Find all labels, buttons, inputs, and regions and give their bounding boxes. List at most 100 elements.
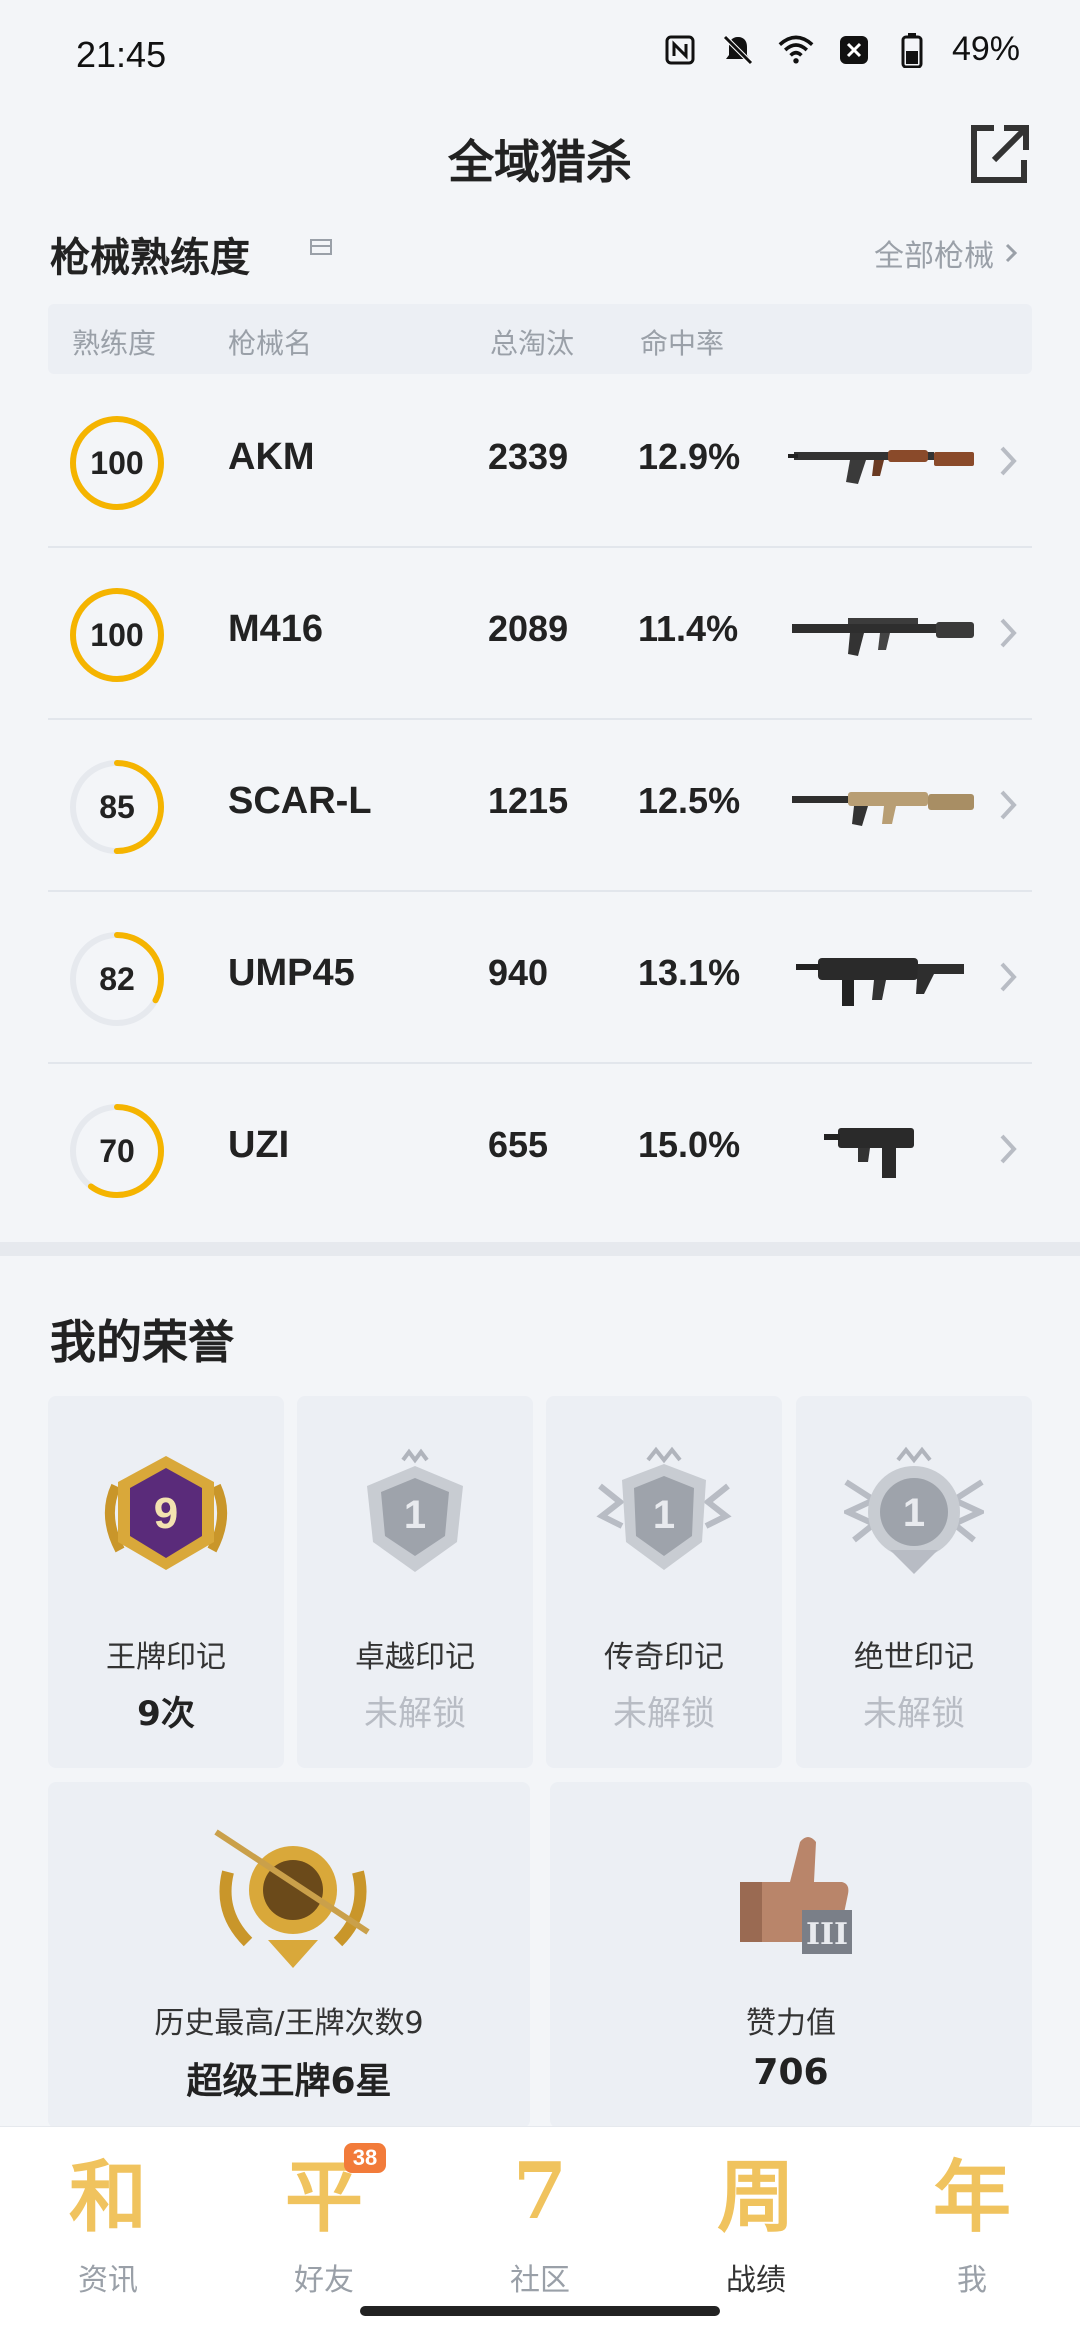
weapon-hit-rate: 12.5% bbox=[638, 780, 741, 821]
weapon-row-akm[interactable]: 100 AKM 2339 12.9% bbox=[48, 376, 1032, 548]
ace-badge-number: 9 bbox=[154, 1489, 178, 1538]
legend-badge-number: 1 bbox=[653, 1493, 675, 1537]
weapon-kills: 655 bbox=[488, 1124, 549, 1165]
nav-label: 战绩 bbox=[726, 2263, 786, 2298]
weapon-row-scar-l[interactable]: 85 SCAR-L 1215 12.5% bbox=[48, 720, 1032, 892]
highest-rank-card[interactable]: 历史最高/王牌次数9 超级王牌6星 bbox=[48, 1782, 530, 2128]
weapon-name: AKM bbox=[228, 436, 315, 478]
nav-item-me[interactable]: 年 我 bbox=[892, 2137, 1052, 2317]
weapon-list: 100 AKM 2339 12.9% 100 M416 2089 11.4% 8… bbox=[48, 376, 1032, 1234]
nfc-icon bbox=[662, 32, 698, 68]
nav-item-community[interactable]: 7 社区 bbox=[460, 2137, 620, 2317]
weapon-section-header: 枪械熟练度 全部枪械 bbox=[50, 225, 1030, 285]
honor-card-peerless[interactable]: 1 绝世印记 未解锁 bbox=[796, 1396, 1032, 1768]
weapon-hit-rate: 11.4% bbox=[638, 608, 739, 649]
column-proficiency: 熟练度 bbox=[72, 327, 157, 360]
all-weapons-label: 全部枪械 bbox=[874, 239, 994, 274]
column-weapon-name: 枪械名 bbox=[228, 327, 313, 360]
honor-section-title: 我的荣誉 bbox=[50, 1315, 234, 1369]
section-title: 枪械熟练度 bbox=[50, 235, 250, 281]
nav-item-news[interactable]: 和 资讯 bbox=[28, 2137, 188, 2317]
nav-label: 资讯 bbox=[78, 2263, 138, 2298]
ace-badge-icon: 9 bbox=[104, 1456, 228, 1570]
likes-value: 706 bbox=[753, 2052, 829, 2093]
notification-badge: 38 bbox=[344, 2143, 386, 2173]
nav-label: 我 bbox=[957, 2263, 987, 2298]
highest-rank-label: 历史最高/王牌次数9 bbox=[154, 2006, 424, 2041]
weapon-name: UZI bbox=[228, 1124, 290, 1166]
svg-text:III: III bbox=[806, 1917, 848, 1952]
ump45-gun-image bbox=[796, 958, 964, 1006]
share-icon[interactable] bbox=[966, 122, 1032, 188]
battery-percent: 49% bbox=[951, 30, 1020, 68]
rank-emblem-icon bbox=[214, 1829, 370, 1968]
weapon-row-m416[interactable]: 100 M416 2089 11.4% bbox=[48, 548, 1032, 720]
weapon-kills: 2089 bbox=[488, 608, 569, 649]
nav-item-record[interactable]: 周 战绩 bbox=[676, 2137, 836, 2317]
status-icons: 49% bbox=[662, 30, 1020, 69]
nav-item-friends[interactable]: 平 38 好友 bbox=[244, 2137, 404, 2317]
akm-gun-image bbox=[788, 450, 974, 484]
m416-gun-image bbox=[792, 618, 974, 656]
weapon-hit-rate: 12.9% bbox=[638, 436, 741, 477]
excellence-badge-icon: 1 bbox=[367, 1448, 463, 1572]
excellence-badge-number: 1 bbox=[404, 1493, 426, 1537]
honor-value: 未解锁 bbox=[364, 1694, 466, 1734]
wifi-icon bbox=[778, 32, 814, 68]
news-tab-icon: 和 bbox=[68, 2152, 147, 2243]
honor-card-legend[interactable]: 1 传奇印记 未解锁 bbox=[546, 1396, 782, 1768]
peerless-badge-icon: 1 bbox=[844, 1446, 984, 1574]
nav-label: 好友 bbox=[294, 2263, 354, 2298]
me-tab-icon: 年 bbox=[932, 2152, 1011, 2243]
honor-name: 王牌印记 bbox=[106, 1640, 226, 1675]
chevron-right-icon bbox=[1000, 962, 1017, 992]
chevron-right-icon bbox=[1005, 243, 1018, 263]
proficiency-value: 100 bbox=[90, 444, 144, 481]
weapon-row-uzi[interactable]: 70 UZI 655 15.0% bbox=[48, 1064, 1032, 1234]
proficiency-value: 85 bbox=[99, 788, 135, 825]
weapon-kills: 2339 bbox=[488, 436, 569, 477]
battery-icon bbox=[894, 32, 930, 68]
weapon-name: M416 bbox=[228, 608, 324, 650]
column-hit-rate: 命中率 bbox=[640, 327, 725, 360]
uzi-gun-image bbox=[824, 1128, 914, 1178]
likes-label: 赞力值 bbox=[746, 2006, 836, 2041]
proficiency-value: 100 bbox=[90, 616, 144, 653]
scar-l-gun-image bbox=[792, 792, 974, 826]
weapon-kills: 940 bbox=[488, 952, 549, 993]
honor-card-excellence[interactable]: 1 卓越印记 未解锁 bbox=[297, 1396, 533, 1768]
header: 全域猎杀 bbox=[0, 110, 1080, 210]
legend-badge-icon: 1 bbox=[596, 1446, 732, 1570]
honor-value: 9次 bbox=[137, 1694, 195, 1734]
likes-card[interactable]: III 赞力值 706 bbox=[550, 1782, 1032, 2128]
honor-value: 未解锁 bbox=[863, 1694, 965, 1734]
weapon-hit-rate: 15.0% bbox=[638, 1124, 741, 1165]
info-tag-icon[interactable] bbox=[310, 239, 332, 255]
honor-name: 传奇印记 bbox=[604, 1640, 724, 1675]
nav-label: 社区 bbox=[510, 2263, 570, 2298]
honor-name: 卓越印记 bbox=[355, 1640, 475, 1675]
chevron-right-icon bbox=[1000, 1134, 1017, 1164]
weapon-name: SCAR-L bbox=[228, 780, 372, 822]
honor-card-ace[interactable]: 9 王牌印记 9次 bbox=[48, 1396, 284, 1768]
chevron-right-icon bbox=[1000, 618, 1017, 648]
weapon-row-ump45[interactable]: 82 UMP45 940 13.1% bbox=[48, 892, 1032, 1064]
weapon-kills: 1215 bbox=[488, 780, 569, 821]
honor-value: 未解锁 bbox=[613, 1694, 715, 1734]
status-bar: 21:45 49% bbox=[0, 0, 1080, 100]
weapon-name: UMP45 bbox=[228, 952, 355, 994]
close-box-icon bbox=[836, 32, 872, 68]
community-tab-icon: 7 bbox=[512, 2145, 568, 2237]
thumbs-up-icon: III bbox=[740, 1837, 852, 1954]
proficiency-value: 82 bbox=[99, 960, 135, 997]
chevron-right-icon bbox=[1000, 790, 1017, 820]
status-time: 21:45 bbox=[76, 34, 167, 75]
weapon-table-header: 熟练度 枪械名 总淘汰 命中率 bbox=[48, 304, 1032, 374]
column-total-kills: 总淘汰 bbox=[490, 327, 575, 360]
highest-rank-value: 超级王牌6星 bbox=[186, 2061, 392, 2102]
all-weapons-link[interactable]: 全部枪械 bbox=[874, 231, 1018, 275]
section-divider bbox=[0, 1242, 1080, 1256]
weapon-hit-rate: 13.1% bbox=[638, 952, 741, 993]
chevron-right-icon bbox=[1000, 446, 1017, 476]
home-indicator[interactable] bbox=[360, 2306, 720, 2316]
